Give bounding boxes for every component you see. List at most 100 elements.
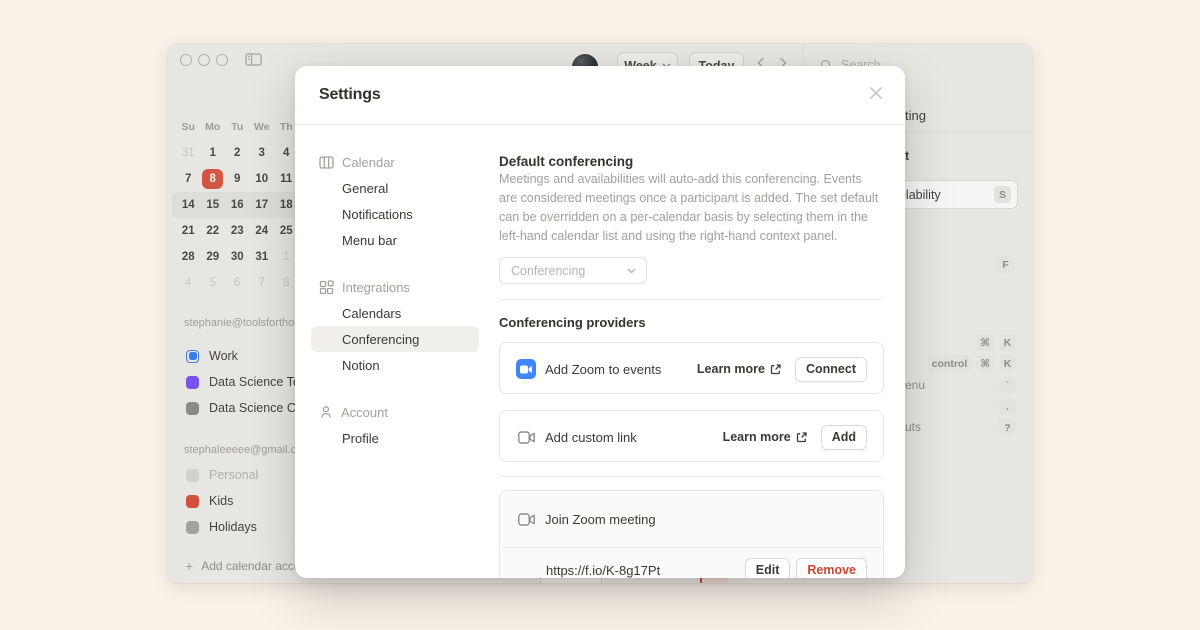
calendar-day[interactable]: 22: [206, 225, 219, 237]
conference-url: https://f.io/K-8g17Pt: [546, 563, 660, 578]
calendar-color-holidays-icon: [186, 521, 199, 534]
nav-section-label: Account: [341, 405, 388, 420]
provider-label: Add custom link: [545, 430, 637, 445]
connect-button[interactable]: Connect: [795, 357, 867, 382]
zoom-logo-icon: [516, 359, 536, 379]
provider-card-join-zoom: Join Zoom meeting https://f.io/K-8g17Pt …: [499, 490, 884, 578]
calendar-day[interactable]: 5: [210, 277, 216, 289]
key-badge-cmd: ⌘: [976, 334, 994, 351]
context-panel-truncated-heading: t: [905, 149, 909, 163]
context-panel-truncated-title: ting: [905, 108, 926, 123]
window-minimize-button[interactable]: [198, 54, 210, 66]
calendar-list-item-kids[interactable]: Kids: [186, 494, 233, 508]
nav-item-general[interactable]: General: [342, 175, 388, 201]
shortcut-row: ⌘ K: [976, 334, 1016, 351]
calendar-day[interactable]: 7: [185, 173, 191, 185]
nav-item-profile[interactable]: Profile: [342, 425, 379, 451]
calendar-day[interactable]: 1: [210, 147, 216, 159]
video-camera-icon: [516, 431, 536, 444]
shortcut-row: ?: [999, 419, 1016, 436]
calendar-day[interactable]: 15: [206, 199, 219, 211]
key-badge-cmd: ⌘: [976, 355, 994, 372]
calendar-day[interactable]: 7: [259, 277, 265, 289]
window-zoom-button[interactable]: [216, 54, 228, 66]
calendar-color-work-icon: [186, 350, 199, 363]
default-conferencing-description: Meetings and availabilities will auto-ad…: [499, 170, 881, 246]
weekday-label: We: [254, 121, 270, 133]
section-divider: [499, 476, 884, 477]
remove-button[interactable]: Remove: [796, 558, 867, 579]
integrations-icon: [319, 280, 334, 295]
key-badge-s: S: [994, 186, 1011, 203]
calendar-list-item-work[interactable]: Work: [186, 349, 238, 363]
nav-section-account: Account: [319, 399, 388, 425]
calendar-day[interactable]: 24: [255, 225, 268, 237]
calendar-day[interactable]: 25: [280, 225, 293, 237]
calendar-day[interactable]: 31: [182, 147, 195, 159]
calendar-icon: [319, 156, 334, 169]
learn-more-link[interactable]: Learn more: [723, 430, 807, 444]
calendar-day[interactable]: 17: [255, 199, 268, 211]
calendar-day[interactable]: 4: [185, 277, 191, 289]
calendar-day[interactable]: 9: [234, 173, 240, 185]
calendar-day[interactable]: 29: [206, 251, 219, 263]
weekday-label: Su: [182, 121, 195, 133]
nav-item-menu-bar[interactable]: Menu bar: [342, 227, 397, 253]
nav-section-label: Calendar: [342, 155, 395, 170]
weekday-label: Th: [280, 121, 293, 133]
conferencing-select-placeholder: Conferencing: [511, 264, 585, 278]
learn-more-label: Learn more: [723, 430, 791, 444]
calendar-day[interactable]: 6: [234, 277, 240, 289]
nav-item-notion[interactable]: Notion: [342, 352, 380, 378]
nav-item-notifications[interactable]: Notifications: [342, 201, 413, 227]
person-icon: [319, 405, 333, 419]
learn-more-link[interactable]: Learn more: [697, 362, 781, 376]
window-close-button[interactable]: [180, 54, 192, 66]
calendar-day[interactable]: 23: [231, 225, 244, 237]
calendar-day[interactable]: 3: [259, 147, 265, 159]
calendar-day[interactable]: 8: [283, 277, 289, 289]
learn-more-label: Learn more: [697, 362, 765, 376]
mini-calendar: Su Mo Tu We Th 31 1 2 3 4 7 8 9 10 11 14…: [176, 114, 299, 296]
calendar-color-personal-icon: [186, 469, 199, 482]
calendar-color-core-icon: [186, 402, 199, 415]
key-badge-backtick: `: [999, 377, 1016, 394]
conferencing-select[interactable]: Conferencing: [499, 257, 647, 284]
providers-heading: Conferencing providers: [499, 315, 646, 330]
calendar-day[interactable]: 28: [182, 251, 195, 263]
calendar-day[interactable]: 21: [182, 225, 195, 237]
external-link-icon: [770, 364, 781, 375]
external-link-icon: [796, 432, 807, 443]
calendar-day[interactable]: 31: [255, 251, 268, 263]
provider-label: Add Zoom to events: [545, 362, 661, 377]
calendar-day[interactable]: 10: [255, 173, 268, 185]
section-divider: [499, 299, 884, 300]
account-email: stephaleeeee@gmail.cor: [184, 444, 306, 456]
calendar-day[interactable]: 30: [231, 251, 244, 263]
nav-item-conferencing[interactable]: Conferencing: [311, 326, 479, 352]
calendar-color-kids-icon: [186, 495, 199, 508]
provider-card-custom: Add custom link Learn more Add: [499, 410, 884, 462]
add-button[interactable]: Add: [821, 425, 867, 450]
shortcut-row: `: [999, 377, 1016, 394]
close-icon[interactable]: [867, 84, 885, 102]
calendar-list-item-holidays[interactable]: Holidays: [186, 520, 257, 534]
window-controls: [180, 53, 262, 66]
nav-item-calendars[interactable]: Calendars: [342, 300, 401, 326]
calendar-day[interactable]: 11: [280, 173, 292, 185]
chevron-down-icon: [627, 268, 636, 274]
calendar-day[interactable]: 2: [234, 147, 240, 159]
settings-modal: Settings Calendar General Notifications …: [295, 66, 905, 578]
video-camera-icon: [516, 513, 536, 526]
provider-label: Join Zoom meeting: [545, 512, 656, 527]
calendar-day-today[interactable]: 8: [202, 169, 223, 189]
edit-button[interactable]: Edit: [745, 558, 791, 579]
calendar-list-label: Personal: [209, 468, 258, 482]
calendar-list-item-personal[interactable]: Personal: [186, 468, 258, 482]
sidebar-toggle-icon[interactable]: [245, 53, 262, 66]
calendar-day[interactable]: 18: [280, 199, 293, 211]
calendar-day[interactable]: 16: [231, 199, 244, 211]
calendar-day[interactable]: 4: [283, 147, 289, 159]
calendar-day[interactable]: 1: [283, 251, 289, 263]
calendar-day[interactable]: 14: [182, 199, 195, 211]
